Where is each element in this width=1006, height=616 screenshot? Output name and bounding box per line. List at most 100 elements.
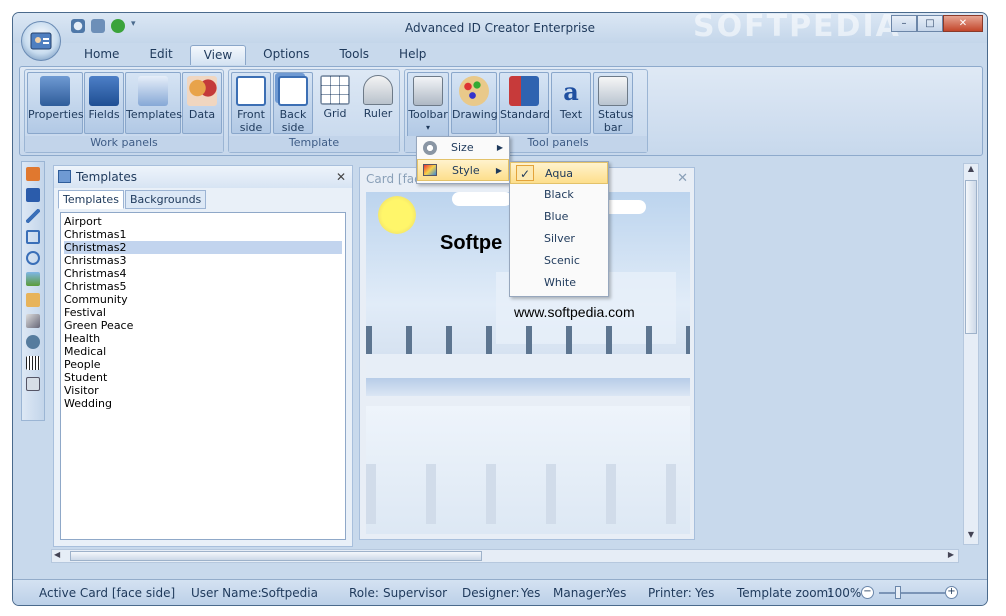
ruler-button[interactable]: Ruler <box>357 72 399 134</box>
front-side-button[interactable]: Front side <box>231 72 271 134</box>
grid-button[interactable]: Grid <box>315 72 355 134</box>
list-item[interactable]: Visitor <box>64 384 342 397</box>
toolbar-button[interactable]: Toolbar ▾ <box>407 72 449 138</box>
status-bar-label: Status bar <box>598 108 634 134</box>
list-item[interactable]: Christmas3 <box>64 254 342 267</box>
drawing-button[interactable]: Drawing <box>451 72 498 134</box>
tab-help[interactable]: Help <box>386 45 439 65</box>
scroll-down-arrow-icon[interactable]: ▼ <box>964 530 978 544</box>
card-back-canvas[interactable] <box>366 406 690 534</box>
back-side-label: Back side <box>279 108 307 134</box>
search-icon[interactable] <box>71 19 85 33</box>
zoom-slider[interactable] <box>879 592 945 594</box>
ruler-gauge-icon <box>363 75 393 105</box>
templates-button[interactable]: Templates <box>125 72 182 134</box>
style-option-silver[interactable]: Silver <box>510 228 608 250</box>
style-option-label: White <box>544 276 576 289</box>
list-item[interactable]: Christmas4 <box>64 267 342 280</box>
list-item-selected[interactable]: Christmas2 <box>64 241 342 254</box>
card-window-close-icon[interactable]: ✕ <box>677 171 688 186</box>
list-item[interactable]: Festival <box>64 306 342 319</box>
standard-button[interactable]: Standard <box>499 72 550 134</box>
card-url-text[interactable]: www.softpedia.com <box>514 304 635 320</box>
menu-item-size[interactable]: Size ▶ <box>417 137 509 159</box>
data-button[interactable]: Data <box>182 72 222 134</box>
rectangle-tool-icon[interactable] <box>26 230 40 244</box>
templates-list: Airport Christmas1 Christmas2 Christmas3… <box>60 212 346 540</box>
text-tool-icon[interactable] <box>26 188 40 202</box>
style-option-scenic[interactable]: Scenic <box>510 250 608 272</box>
pointer-icon[interactable] <box>26 167 40 181</box>
barcode-tool-icon[interactable] <box>26 356 40 370</box>
list-item[interactable]: Medical <box>64 345 342 358</box>
application-menu-button[interactable] <box>21 21 61 61</box>
customize-qat-chevron-icon[interactable]: ▾ <box>131 19 139 33</box>
close-button[interactable]: ✕ <box>943 15 983 32</box>
scroll-right-arrow-icon[interactable]: ▶ <box>948 550 954 559</box>
list-item[interactable]: Green Peace <box>64 319 342 332</box>
sun-graphic <box>378 196 416 234</box>
minimize-button[interactable]: – <box>891 15 917 32</box>
print-icon[interactable] <box>91 19 105 33</box>
tab-backgrounds[interactable]: Backgrounds <box>124 190 207 209</box>
scroll-up-arrow-icon[interactable]: ▲ <box>964 164 978 178</box>
image-tool-icon[interactable] <box>26 272 40 286</box>
status-zoom-value: 100% <box>827 586 862 600</box>
line-tool-icon[interactable] <box>26 209 40 223</box>
zoom-in-icon[interactable]: + <box>945 586 958 599</box>
fingerprint-tool-icon[interactable] <box>26 335 40 349</box>
tab-edit[interactable]: Edit <box>136 45 185 65</box>
list-item[interactable]: Student <box>64 371 342 384</box>
text-button[interactable]: a Text <box>551 72 591 134</box>
style-option-aqua[interactable]: ✓ Aqua <box>510 162 608 184</box>
zoom-slider-thumb[interactable] <box>895 586 901 599</box>
vertical-scroll-thumb[interactable] <box>965 180 977 334</box>
templates-panel-close-icon[interactable]: ✕ <box>336 166 346 188</box>
tab-tools[interactable]: Tools <box>326 45 382 65</box>
status-printer: Yes <box>695 586 715 600</box>
work-panels-group-label: Work panels <box>25 136 223 152</box>
style-option-label: Black <box>544 188 574 201</box>
id-card-icon <box>30 32 52 50</box>
list-item[interactable]: Community <box>64 293 342 306</box>
horizontal-scrollbar[interactable]: ◀ ▶ <box>51 549 959 563</box>
list-item[interactable]: Wedding <box>64 397 342 410</box>
list-item[interactable]: Christmas1 <box>64 228 342 241</box>
properties-label: Properties <box>28 108 84 121</box>
photo-tool-icon[interactable] <box>26 293 40 307</box>
zoom-out-icon[interactable]: − <box>861 586 874 599</box>
templates-panel: Templates ✕ Templates Backgrounds Airpor… <box>53 165 353 547</box>
fields-button[interactable]: Fields <box>84 72 124 134</box>
menu-item-style[interactable]: Style ▶ <box>417 159 509 181</box>
list-item[interactable]: Airport <box>64 215 342 228</box>
status-user-name-label: User Name: <box>191 586 262 600</box>
help-icon[interactable] <box>111 19 125 33</box>
tab-options[interactable]: Options <box>250 45 322 65</box>
faded-trees-graphic <box>366 464 690 524</box>
softpedia-watermark: SOFTPEDIA <box>693 12 901 44</box>
vertical-scrollbar[interactable]: ▲ ▼ <box>963 163 979 545</box>
horizontal-scroll-thumb[interactable] <box>70 551 482 561</box>
checkmark-icon: ✓ <box>516 165 534 181</box>
style-option-blue[interactable]: Blue <box>510 206 608 228</box>
style-option-white[interactable]: White <box>510 272 608 294</box>
back-side-button[interactable]: Back side <box>273 72 313 134</box>
templates-panel-tabs: Templates Backgrounds <box>58 190 207 209</box>
scroll-left-arrow-icon[interactable]: ◀ <box>54 550 60 559</box>
ellipse-tool-icon[interactable] <box>26 251 40 265</box>
list-item[interactable]: Christmas5 <box>64 280 342 293</box>
style-option-black[interactable]: Black <box>510 184 608 206</box>
list-item[interactable]: People <box>64 358 342 371</box>
card-headline-text[interactable]: Softpe <box>440 232 502 255</box>
maximize-button[interactable]: □ <box>917 15 943 32</box>
signature-tool-icon[interactable] <box>26 314 40 328</box>
calendar-tool-icon[interactable] <box>26 377 40 391</box>
properties-button[interactable]: Properties <box>27 72 84 134</box>
list-item[interactable]: Health <box>64 332 342 345</box>
tab-view[interactable]: View <box>189 45 247 65</box>
grid-icon <box>320 75 350 105</box>
status-bar-button[interactable]: Status bar <box>593 72 633 134</box>
tab-templates[interactable]: Templates <box>58 190 124 209</box>
status-manager-label: Manager: <box>553 586 610 600</box>
tab-home[interactable]: Home <box>71 45 132 65</box>
